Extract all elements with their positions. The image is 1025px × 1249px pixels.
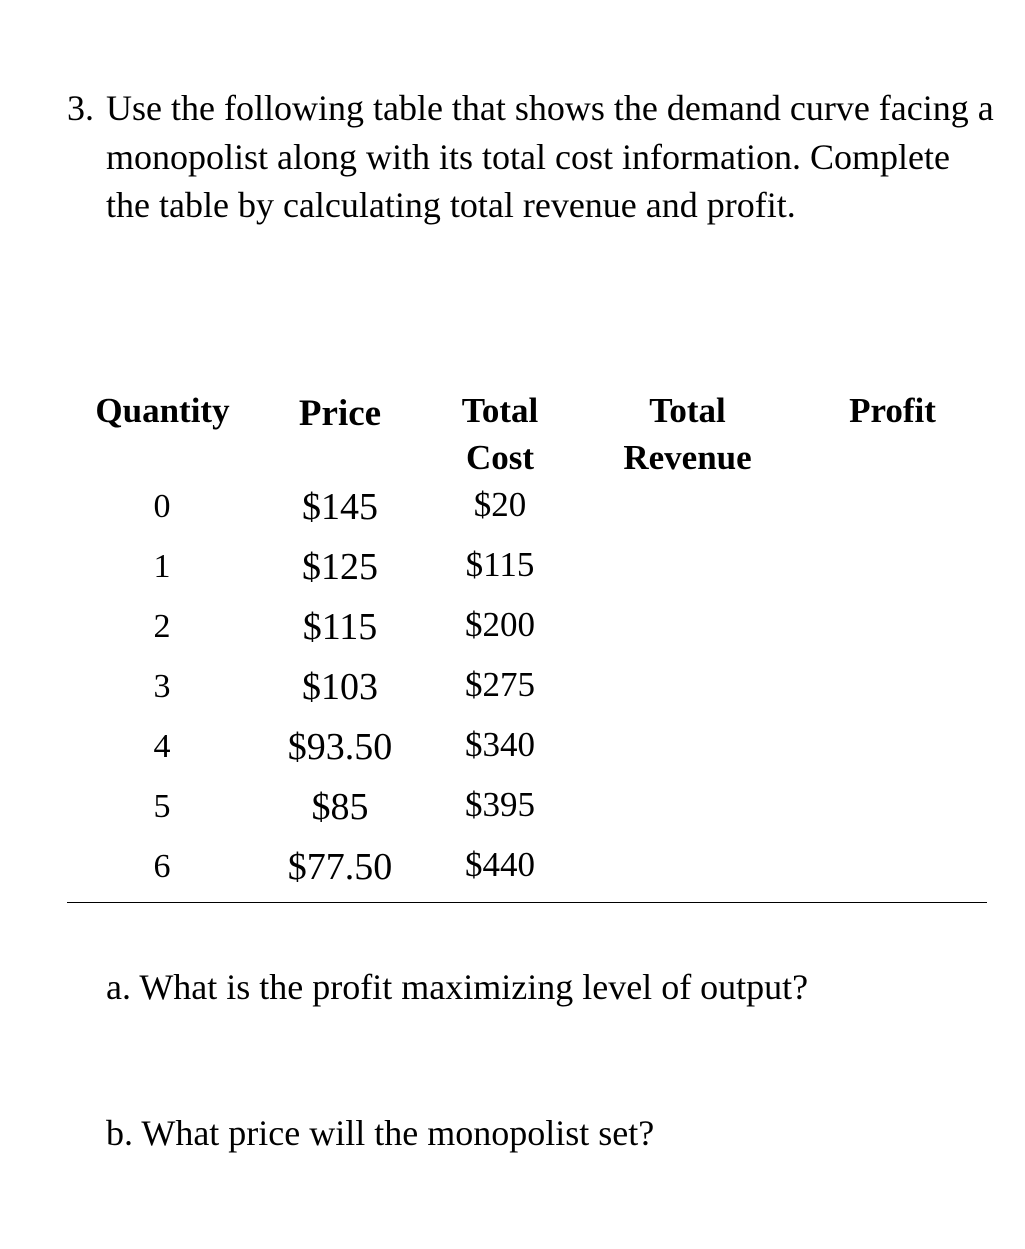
header-total-cost-line1: Total bbox=[461, 391, 539, 430]
cell-quantity: 6 bbox=[153, 848, 171, 885]
cell-total-cost: $340 bbox=[465, 725, 535, 764]
cell-quantity: 0 bbox=[153, 488, 171, 525]
cell-total-cost: $20 bbox=[473, 485, 527, 524]
header-total-revenue-line1: Total bbox=[649, 391, 726, 430]
cell-price: $125 bbox=[302, 546, 378, 588]
header-quantity: Quantity bbox=[95, 391, 230, 430]
cell-quantity: 1 bbox=[153, 548, 171, 585]
cell-price: $115 bbox=[302, 606, 378, 648]
cell-total-cost: $275 bbox=[465, 665, 535, 704]
sub-question-b: b. What price will the monopolist set? bbox=[106, 1113, 655, 1153]
cell-total-cost: $200 bbox=[465, 605, 535, 644]
cell-price: $93.50 bbox=[287, 726, 393, 768]
cell-quantity: 4 bbox=[153, 728, 171, 765]
cell-total-cost: $115 bbox=[465, 545, 535, 584]
table-bottom-rule bbox=[67, 902, 987, 903]
question-3: 3. Use the following table that shows th… bbox=[67, 84, 997, 230]
header-price: Price bbox=[298, 393, 382, 434]
header-total-revenue-line2: Revenue bbox=[623, 438, 752, 477]
header-total-cost-line2: Cost bbox=[465, 438, 535, 477]
question-text: Use the following table that shows the d… bbox=[106, 88, 994, 225]
cell-total-cost: $440 bbox=[465, 845, 535, 884]
cell-price: $145 bbox=[302, 486, 378, 528]
sub-question-a: a. What is the profit maximizing level o… bbox=[106, 967, 809, 1007]
cell-quantity: 2 bbox=[153, 608, 171, 645]
cell-price: $103 bbox=[302, 666, 378, 708]
cell-quantity: 5 bbox=[153, 788, 171, 825]
cell-price: $77.50 bbox=[287, 846, 393, 888]
question-number: 3. bbox=[67, 88, 94, 128]
cell-total-cost: $395 bbox=[465, 785, 535, 824]
header-profit: Profit bbox=[849, 391, 936, 430]
cell-price: $85 bbox=[311, 786, 369, 828]
cell-quantity: 3 bbox=[153, 668, 171, 705]
